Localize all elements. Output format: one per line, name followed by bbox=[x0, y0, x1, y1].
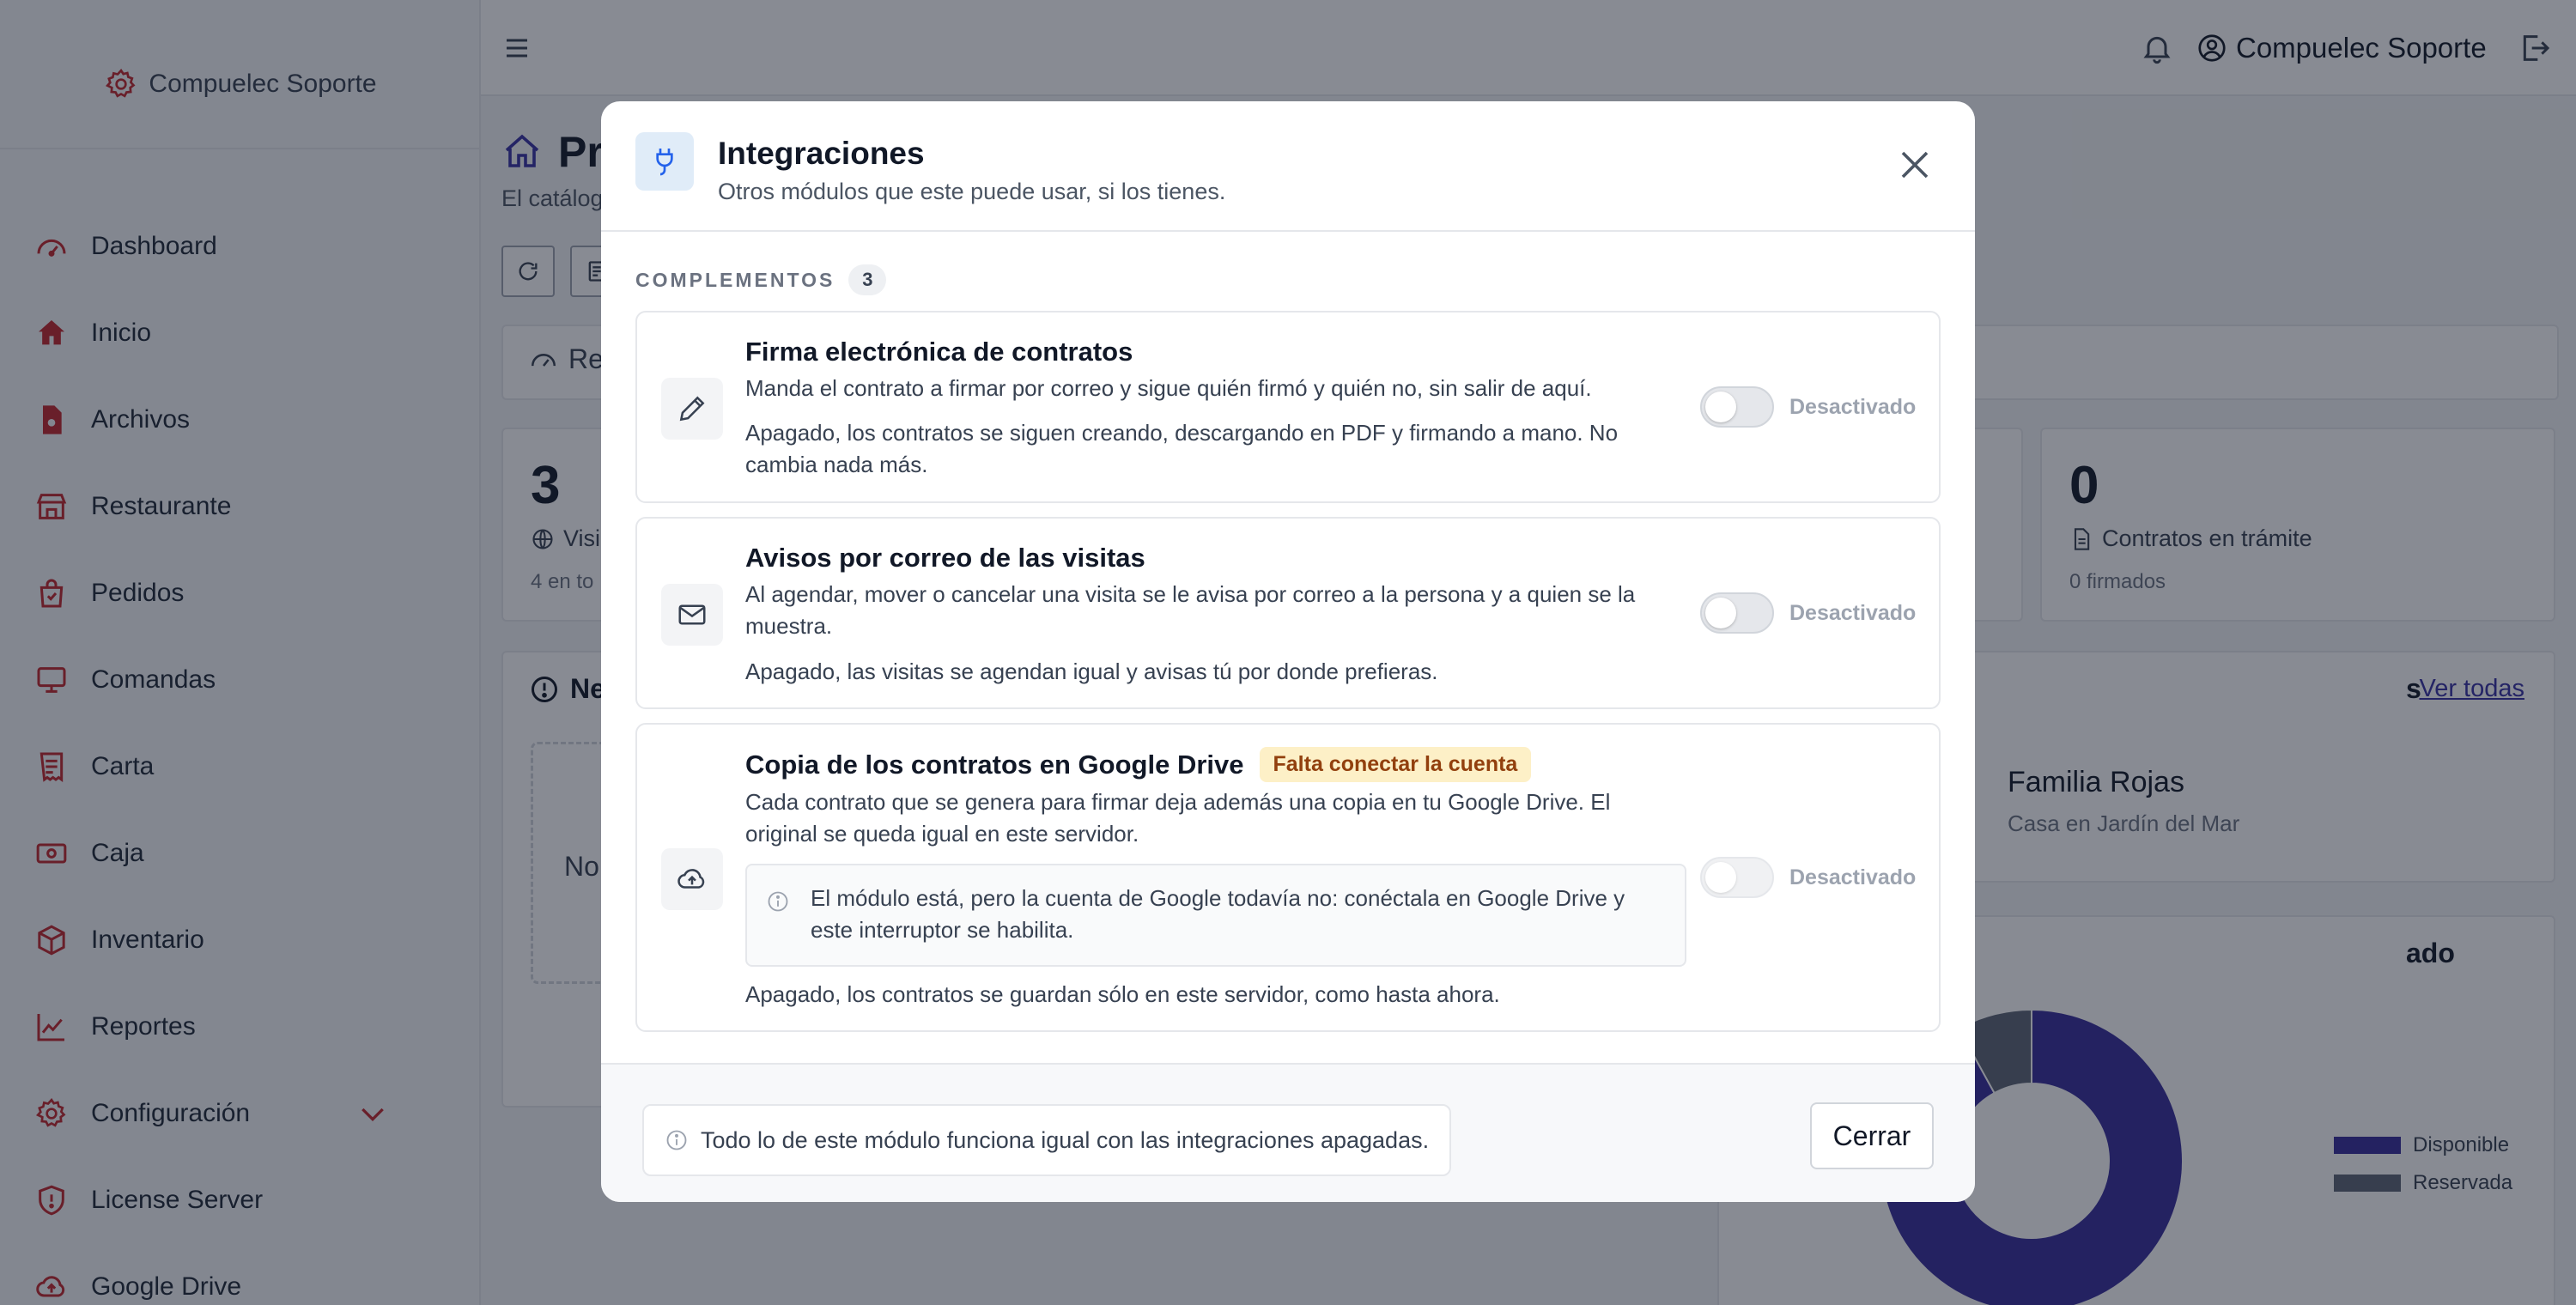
card-title: Copia de los contratos en Google Drive F… bbox=[745, 747, 1532, 782]
modal-subtitle: Otros módulos que este puede usar, si lo… bbox=[718, 179, 1226, 204]
card-description: Manda el contrato a firmar por correo y … bbox=[745, 375, 1592, 401]
modal-header: Integraciones Otros módulos que este pue… bbox=[601, 101, 1975, 232]
toggle-switch[interactable] bbox=[1700, 386, 1774, 428]
info-callout: El módulo está, pero la cuenta de Google… bbox=[745, 864, 1686, 967]
card-description: Al agendar, mover o cancelar una visita … bbox=[745, 581, 1636, 639]
modal-footer: Todo lo de este módulo funciona igual co… bbox=[601, 1063, 1975, 1202]
info-icon bbox=[768, 891, 788, 912]
cloud-upload-icon bbox=[661, 848, 723, 910]
card-title-text: Copia de los contratos en Google Drive bbox=[745, 749, 1244, 780]
footer-note-text: Todo lo de este módulo funciona igual co… bbox=[701, 1126, 1430, 1153]
card-off-note: Apagado, los contratos se guardan sólo e… bbox=[745, 981, 1500, 1007]
toggle-switch[interactable] bbox=[1700, 857, 1774, 898]
card-title-text: Avisos por correo de las visitas bbox=[745, 543, 1145, 573]
integration-card-e-signature: Firma electrónica de contratos Manda el … bbox=[635, 311, 1941, 503]
card-off-note: Apagado, las visitas se agendan igual y … bbox=[745, 659, 1438, 684]
card-title: Avisos por correo de las visitas bbox=[745, 543, 1145, 574]
card-description: Cada contrato que se genera para firmar … bbox=[745, 789, 1611, 847]
close-icon[interactable] bbox=[1894, 144, 1935, 185]
section-header: COMPLEMENTOS 3 bbox=[635, 264, 887, 295]
warning-badge: Falta conectar la cuenta bbox=[1259, 747, 1532, 782]
footer-note: Todo lo de este módulo funciona igual co… bbox=[642, 1104, 1452, 1176]
toggle-state-label: Desactivado bbox=[1789, 865, 1917, 889]
info-icon bbox=[666, 1130, 687, 1150]
integrations-modal: Integraciones Otros módulos que este pue… bbox=[601, 101, 1975, 1202]
toggle-knob bbox=[1705, 392, 1736, 422]
card-off-note: Apagado, los contratos se siguen creando… bbox=[745, 420, 1619, 477]
toggle-knob bbox=[1705, 862, 1736, 893]
section-label: COMPLEMENTOS bbox=[635, 268, 835, 291]
pen-icon bbox=[661, 378, 723, 440]
integration-card-visit-emails: Avisos por correo de las visitas Al agen… bbox=[635, 517, 1941, 709]
info-text: El módulo está, pero la cuenta de Google… bbox=[811, 885, 1625, 943]
toggle-state-label: Desactivado bbox=[1789, 601, 1917, 625]
modal-title: Integraciones bbox=[718, 136, 925, 171]
section-count-badge: 3 bbox=[848, 264, 887, 295]
card-title-text: Firma electrónica de contratos bbox=[745, 337, 1133, 367]
close-button[interactable]: Cerrar bbox=[1810, 1102, 1934, 1169]
toggle-knob bbox=[1705, 598, 1736, 628]
integration-card-google-drive: Copia de los contratos en Google Drive F… bbox=[635, 723, 1941, 1032]
toggle-switch[interactable] bbox=[1700, 592, 1774, 634]
card-title: Firma electrónica de contratos bbox=[745, 337, 1133, 367]
plug-icon bbox=[635, 132, 694, 191]
toggle-state-label: Desactivado bbox=[1789, 395, 1917, 419]
envelope-icon bbox=[661, 584, 723, 646]
